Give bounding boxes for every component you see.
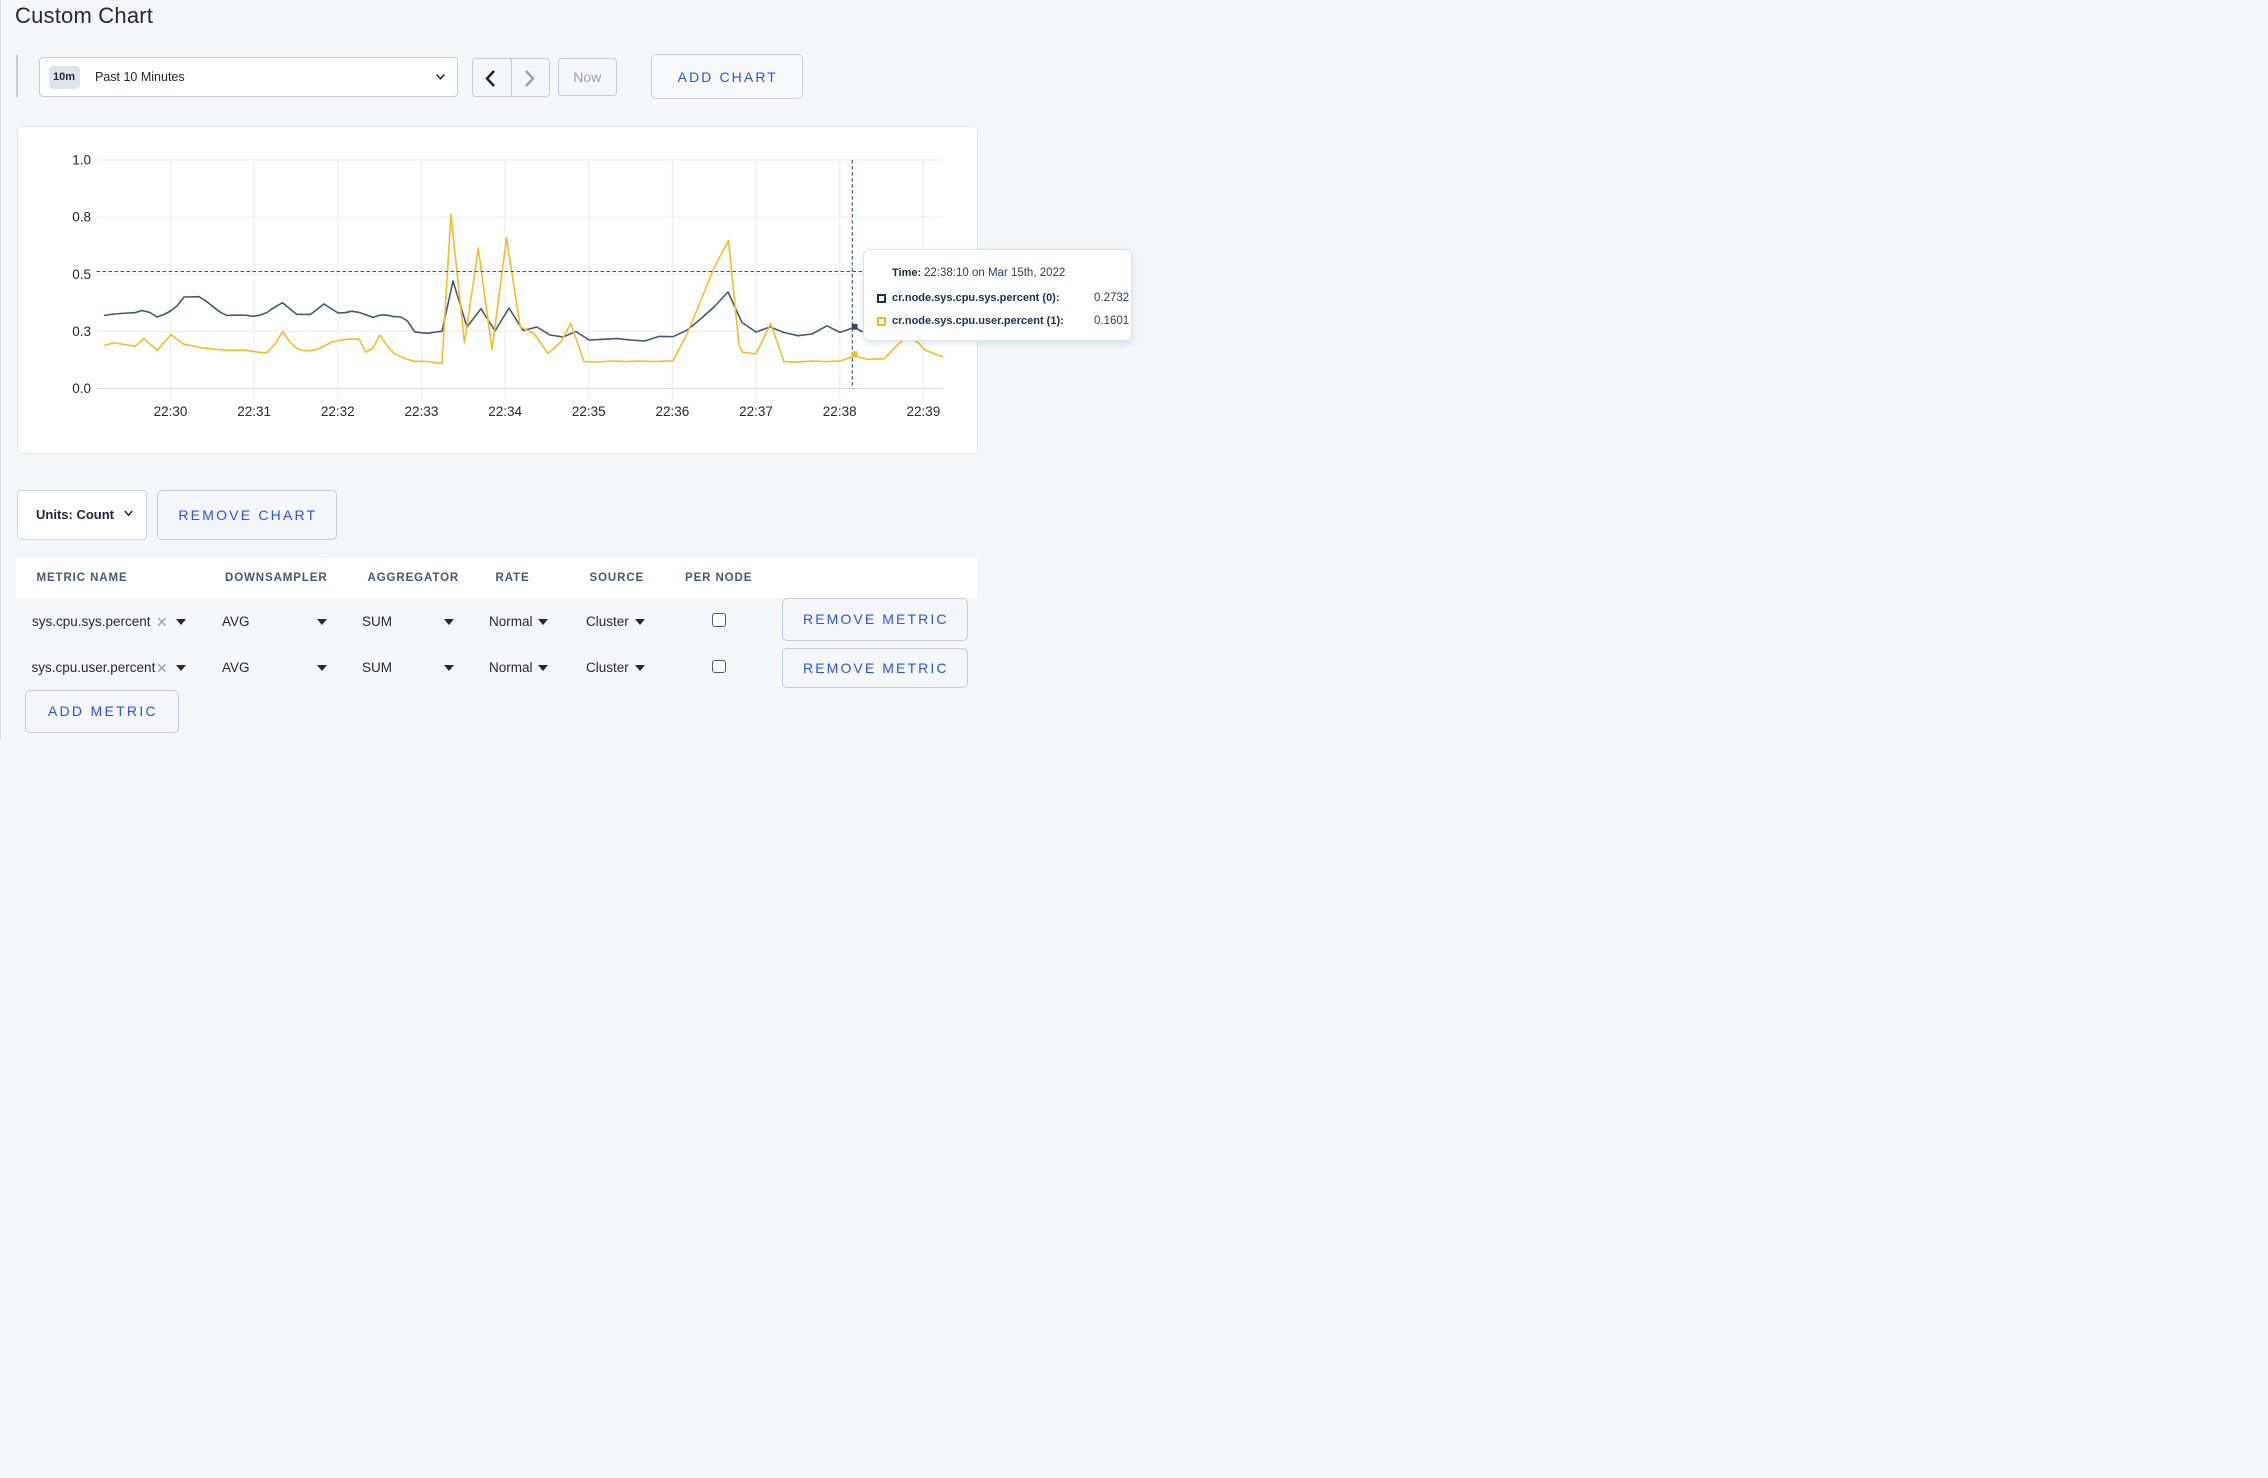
svg-text:0.0: 0.0	[72, 381, 91, 396]
svg-text:1.0: 1.0	[72, 153, 91, 168]
svg-text:22:35: 22:35	[572, 404, 606, 419]
svg-text:0.5: 0.5	[72, 267, 91, 282]
svg-text:22:36: 22:36	[656, 404, 690, 419]
svg-text:22:34: 22:34	[488, 404, 522, 419]
svg-text:22:37: 22:37	[739, 404, 773, 419]
svg-text:22:38: 22:38	[823, 404, 857, 419]
svg-text:22:32: 22:32	[321, 404, 355, 419]
svg-text:22:33: 22:33	[405, 404, 439, 419]
svg-text:22:30: 22:30	[154, 404, 188, 419]
svg-text:0.3: 0.3	[72, 324, 91, 339]
svg-text:0.8: 0.8	[72, 210, 91, 225]
svg-text:22:31: 22:31	[237, 404, 271, 419]
svg-text:22:39: 22:39	[906, 404, 940, 419]
